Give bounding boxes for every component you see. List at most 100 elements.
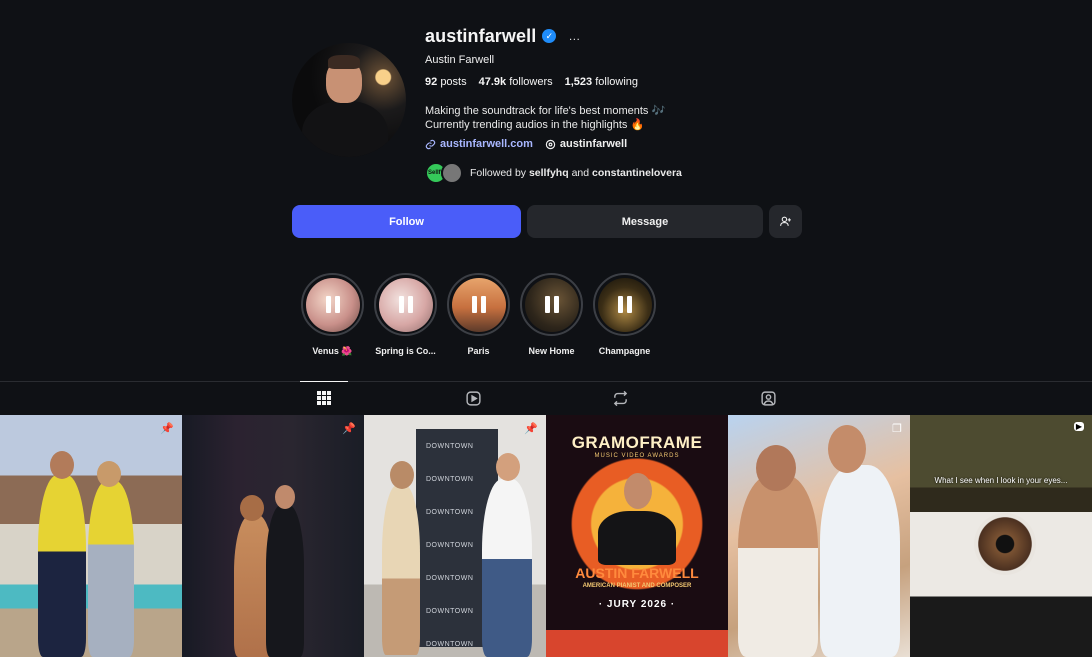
award-subtitle: MUSIC VIDEO AWARDS: [594, 453, 680, 459]
person-head: [756, 445, 796, 491]
username-row: austinfarwell ✓ …: [425, 24, 825, 48]
tab-reels[interactable]: [449, 382, 497, 415]
post-tile[interactable]: 📌: [182, 415, 364, 657]
post-tile[interactable]: DOWNTOWN DOWNTOWN DOWNTOWN DOWNTOWN DOWN…: [364, 415, 546, 657]
highlight-item[interactable]: Spring is Co...: [373, 273, 438, 357]
tab-reposts[interactable]: [596, 382, 644, 415]
person-head: [97, 461, 121, 487]
carousel-icon: ❐: [892, 423, 902, 435]
post-caption: What I see when I look in your eyes...: [934, 476, 1068, 485]
highlight-label: New Home: [528, 346, 575, 356]
person-figure: [598, 511, 676, 565]
person-figure: [482, 479, 532, 657]
person-figure: [266, 505, 304, 657]
award-tagline: AMERICAN PIANIST AND COMPOSER: [582, 583, 692, 589]
link-icon: [425, 139, 436, 149]
threads-link[interactable]: austinfarwell: [545, 138, 627, 150]
tab-tagged[interactable]: [744, 382, 792, 415]
post-tile[interactable]: What I see when I look in your eyes... ▶: [910, 415, 1092, 657]
award-name: AUSTIN FARWELL: [575, 565, 699, 581]
profile-avatar[interactable]: [292, 43, 406, 157]
person-figure: [738, 475, 818, 657]
highlight-cover: [378, 277, 433, 332]
pinned-icon: 📌: [160, 423, 174, 435]
follower-avatar: [441, 162, 463, 184]
pause-icon: [544, 296, 559, 313]
award-jury: · JURY 2026 ·: [598, 599, 676, 610]
website-link-label: austinfarwell.com: [440, 138, 533, 150]
pause-icon: [398, 296, 413, 313]
following-count[interactable]: 1,523 following: [565, 76, 638, 88]
reposts-icon: [613, 390, 627, 407]
follow-button[interactable]: Follow: [292, 205, 521, 238]
tab-posts[interactable]: [300, 381, 348, 414]
reels-icon: [465, 391, 481, 406]
highlight-ring: [520, 273, 583, 336]
person-head: [828, 425, 866, 473]
person-figure: [382, 485, 420, 655]
bio-line: Making the soundtrack for life's best mo…: [425, 105, 666, 117]
reel-icon: ▶: [1073, 422, 1084, 431]
highlight-label: Champagne: [598, 346, 651, 356]
posts-count: 92 posts: [425, 76, 467, 88]
verified-badge-icon: ✓: [542, 29, 557, 43]
highlight-cover: [451, 277, 506, 332]
followed-by[interactable]: Sellfy Followed by sellfyhq and constant…: [425, 162, 825, 184]
followers-count[interactable]: 47.9k followers: [479, 76, 553, 88]
highlight-item[interactable]: Venus 🌺: [300, 273, 365, 357]
threads-handle: austinfarwell: [559, 138, 628, 150]
profile-tabs: [0, 381, 1092, 414]
person-head: [624, 473, 652, 509]
profile-stats: 92 posts 47.9k followers 1,523 following: [425, 76, 825, 88]
suggested-users-button[interactable]: [769, 205, 802, 238]
post-tile[interactable]: GRAMOFRAME MUSIC VIDEO AWARDS AUSTIN FAR…: [546, 415, 728, 657]
grid-icon: [317, 391, 331, 405]
person-figure: [38, 475, 86, 657]
avatar-body: [302, 101, 388, 157]
bio-line: Currently trending audios in the highlig…: [425, 119, 645, 131]
pinned-icon: 📌: [524, 423, 538, 435]
message-button[interactable]: Message: [527, 205, 763, 238]
story-highlights: Venus 🌺 Spring is Co... Paris New Home C…: [300, 273, 657, 357]
person-head: [390, 461, 414, 489]
highlight-ring: [447, 273, 510, 336]
posts-grid: 📌 📌 DOWNTOWN DOWNTOWN DOWNTOWN DOWNTOWN …: [0, 415, 1092, 657]
eye-iris: [974, 513, 1036, 575]
highlight-ring: [593, 273, 656, 336]
post-tile[interactable]: 📌: [0, 415, 182, 657]
highlight-item[interactable]: Champagne: [592, 273, 657, 357]
skyline-decoration: [546, 630, 728, 657]
person-head: [50, 451, 74, 479]
person-head: [240, 495, 264, 521]
pinned-icon: 📌: [342, 423, 356, 435]
bio: Making the soundtrack for life's best mo…: [425, 104, 825, 132]
highlight-label: Paris: [467, 346, 490, 356]
pause-icon: [617, 296, 632, 313]
profile-info: austinfarwell ✓ … Austin Farwell 92 post…: [425, 24, 825, 184]
username: austinfarwell: [425, 25, 537, 46]
post-tile[interactable]: ❐: [728, 415, 910, 657]
add-person-icon: [780, 216, 791, 226]
award-brand: GRAMOFRAME: [571, 433, 703, 452]
highlight-ring: [301, 273, 364, 336]
threads-icon: [545, 139, 556, 149]
highlight-cover: [305, 277, 360, 332]
highlight-item[interactable]: Paris: [446, 273, 511, 357]
highlight-item[interactable]: New Home: [519, 273, 584, 357]
highlight-label: Venus 🌺: [312, 346, 353, 356]
person-figure: [88, 481, 134, 657]
highlight-label: Spring is Co...: [375, 346, 436, 356]
avatar-hair: [328, 55, 360, 69]
website-link[interactable]: austinfarwell.com: [425, 138, 533, 150]
person-head: [496, 453, 520, 481]
pause-icon: [471, 296, 486, 313]
pause-icon: [325, 296, 340, 313]
tagged-icon: [760, 391, 776, 406]
highlight-ring: [374, 273, 437, 336]
more-options-icon[interactable]: …: [568, 29, 581, 43]
highlight-cover: [597, 277, 652, 332]
person-head: [275, 485, 295, 509]
followed-by-text: Followed by sellfyhq and constantinelove…: [470, 167, 682, 179]
full-name: Austin Farwell: [425, 54, 495, 66]
profile-links: austinfarwell.com austinfarwell: [425, 138, 825, 150]
